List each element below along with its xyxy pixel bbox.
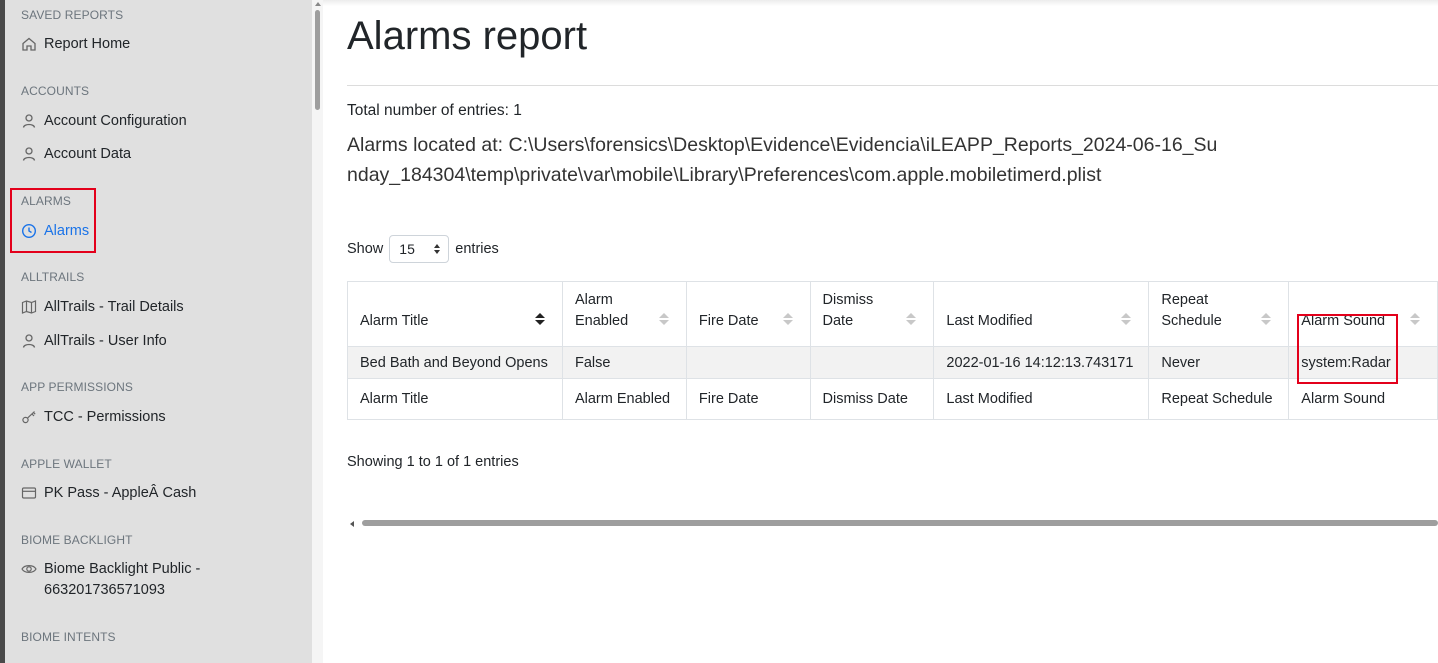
source-path: Alarms located at: C:\Users\forensics\De… bbox=[347, 134, 1218, 186]
sidebar-item-label: AllTrails - User Info bbox=[44, 333, 167, 349]
column-label: Dismiss Date bbox=[822, 292, 874, 329]
column-header-alarm-enabled[interactable]: Alarm Enabled bbox=[561, 281, 687, 347]
column-label: Alarm Enabled bbox=[574, 292, 629, 329]
user-icon bbox=[22, 114, 36, 128]
entries-per-page-select[interactable]: 15 bbox=[389, 235, 450, 263]
sidebar-item-biome-backlight-public[interactable]: Biome Backlight Public - 663201736571093 bbox=[21, 559, 301, 601]
cell-alarm-enabled: False bbox=[561, 346, 687, 379]
column-label: Alarm Title bbox=[360, 313, 429, 329]
column-header-dismiss-date[interactable]: Dismiss Date bbox=[809, 281, 935, 347]
scrollbar-thumb[interactable] bbox=[315, 10, 320, 110]
sidebar-item-label: Biome Backlight Public - 663201736571093 bbox=[44, 561, 201, 598]
sidebar-item-label: TCC - Permissions bbox=[44, 409, 166, 425]
total-entries: Total number of entries: 1 bbox=[347, 102, 522, 119]
cell-last-modified: 2022-01-16 14:12:13.743171 bbox=[933, 346, 1150, 379]
select-arrows-icon bbox=[434, 244, 441, 254]
highlight-box-alarms bbox=[10, 188, 96, 253]
section-header-alltrails: ALLTRAILS bbox=[21, 270, 85, 284]
sidebar-item-label: Account Configuration bbox=[44, 113, 187, 129]
scroll-up-icon[interactable] bbox=[315, 2, 321, 6]
sidebar-item-pk-pass[interactable]: PK Pass - AppleÂ Cash bbox=[21, 483, 301, 504]
sidebar-item-alltrails-trail-details[interactable]: AllTrails - Trail Details bbox=[21, 297, 301, 318]
divider bbox=[347, 85, 1438, 86]
footer-dismiss-date: Dismiss Date bbox=[809, 378, 935, 420]
show-label: Show bbox=[347, 241, 384, 257]
table-row[interactable]: Bed Bath and Beyond Opens False 2022-01-… bbox=[347, 346, 1438, 379]
length-control: Show 15 entries bbox=[347, 235, 499, 263]
select-value: 15 bbox=[399, 241, 415, 257]
sort-icon bbox=[782, 313, 793, 325]
highlight-box-alarm-sound bbox=[1297, 314, 1398, 384]
table-header-row: Alarm Title Alarm Enabled Fire Date Dism… bbox=[347, 281, 1438, 347]
column-header-alarm-title[interactable]: Alarm Title bbox=[347, 281, 563, 347]
user-icon bbox=[22, 334, 36, 348]
top-shadow bbox=[323, 0, 1438, 6]
footer-alarm-enabled: Alarm Enabled bbox=[561, 378, 687, 420]
table-horizontal-scrollbar[interactable] bbox=[347, 517, 1438, 529]
footer-alarm-title: Alarm Title bbox=[347, 378, 563, 420]
section-header-biome-backlight: BIOME BACKLIGHT bbox=[21, 533, 133, 547]
sidebar-item-label: Account Data bbox=[44, 146, 132, 162]
sidebar-item-label: AllTrails - Trail Details bbox=[44, 299, 184, 315]
credit-card-icon bbox=[21, 487, 37, 499]
sidebar-item-label: PK Pass - AppleÂ Cash bbox=[44, 485, 197, 501]
cell-alarm-title: Bed Bath and Beyond Opens bbox=[347, 346, 563, 379]
cell-dismiss-date bbox=[809, 346, 935, 379]
section-header-accounts: ACCOUNTS bbox=[21, 84, 90, 98]
sidebar-item-tcc-permissions[interactable]: TCC - Permissions bbox=[21, 407, 301, 428]
sort-icon bbox=[906, 313, 917, 325]
sidebar-item-account-data[interactable]: Account Data bbox=[21, 144, 301, 165]
section-header-biome-intents: BIOME INTENTS bbox=[21, 630, 116, 644]
sort-icon bbox=[1410, 313, 1420, 325]
column-label: Fire Date bbox=[698, 313, 759, 329]
column-header-fire-date[interactable]: Fire Date bbox=[685, 281, 811, 347]
column-label: Last Modified bbox=[946, 313, 1033, 329]
section-header-app-permissions: APP PERMISSIONS bbox=[21, 380, 133, 394]
column-label: Repeat Schedule bbox=[1161, 292, 1222, 329]
user-icon bbox=[22, 147, 36, 161]
map-icon bbox=[21, 300, 37, 314]
footer-repeat-schedule: Repeat Schedule bbox=[1148, 378, 1290, 420]
sort-icon bbox=[1261, 313, 1272, 325]
scroll-left-icon[interactable] bbox=[350, 521, 354, 527]
footer-alarm-sound: Alarm Sound bbox=[1288, 378, 1438, 420]
section-header-saved-reports: SAVED REPORTS bbox=[21, 8, 124, 22]
key-icon bbox=[22, 411, 36, 424]
section-header-apple-wallet: APPLE WALLET bbox=[21, 457, 112, 471]
sort-icon bbox=[658, 313, 669, 325]
sidebar: SAVED REPORTS Report Home ACCOUNTS Accou… bbox=[5, 0, 312, 663]
footer-last-modified: Last Modified bbox=[933, 378, 1150, 420]
sort-icon bbox=[1121, 313, 1132, 325]
sidebar-item-account-configuration[interactable]: Account Configuration bbox=[21, 111, 301, 132]
sidebar-item-alltrails-user-info[interactable]: AllTrails - User Info bbox=[21, 331, 301, 352]
sidebar-item-label: Report Home bbox=[44, 36, 131, 52]
entries-label: entries bbox=[455, 241, 499, 257]
table-info: Showing 1 to 1 of 1 entries bbox=[347, 454, 519, 470]
eye-icon bbox=[21, 565, 37, 573]
sort-icon bbox=[534, 313, 545, 325]
column-header-repeat-schedule[interactable]: Repeat Schedule bbox=[1148, 281, 1290, 347]
home-icon bbox=[22, 37, 36, 51]
footer-fire-date: Fire Date bbox=[685, 378, 811, 420]
column-header-last-modified[interactable]: Last Modified bbox=[933, 281, 1150, 347]
cell-repeat-schedule: Never bbox=[1148, 346, 1290, 379]
sidebar-scrollbar[interactable] bbox=[312, 0, 323, 663]
sidebar-item-report-home[interactable]: Report Home bbox=[21, 34, 301, 55]
scrollbar-thumb[interactable] bbox=[362, 520, 1438, 526]
alarms-table: Alarm Title Alarm Enabled Fire Date Dism… bbox=[347, 281, 1438, 420]
table-footer-row: Alarm Title Alarm Enabled Fire Date Dism… bbox=[347, 378, 1438, 420]
cell-fire-date bbox=[685, 346, 811, 379]
page-title: Alarms report bbox=[347, 14, 588, 58]
